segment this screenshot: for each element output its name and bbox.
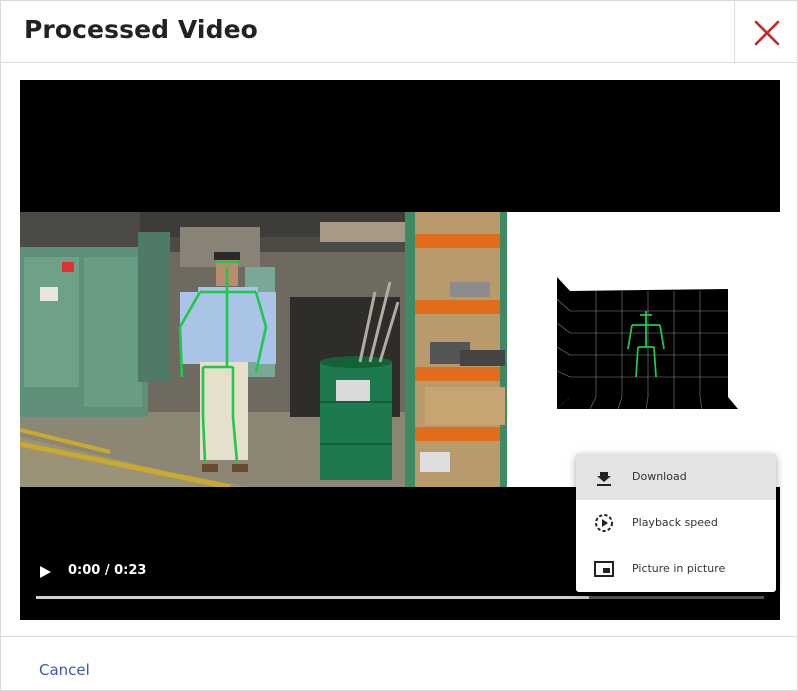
- close-x-icon: [754, 20, 780, 46]
- download-icon: [597, 472, 611, 486]
- menu-item-label: Picture in picture: [632, 562, 726, 575]
- menu-item-label: Playback speed: [632, 516, 718, 529]
- 3d-skeleton-plot: [556, 277, 738, 410]
- play-icon[interactable]: [37, 564, 53, 580]
- menu-item-label: Download: [632, 470, 687, 483]
- close-button[interactable]: [734, 1, 797, 63]
- cancel-button[interactable]: Cancel: [39, 661, 90, 679]
- dialog-title: Processed Video: [24, 15, 258, 44]
- video-frame: [20, 212, 780, 487]
- dialog-footer: Cancel: [1, 636, 797, 690]
- picture-in-picture-icon: [594, 561, 614, 577]
- time-display: 0:00 / 0:23: [68, 563, 147, 578]
- playback-speed-icon: [595, 514, 613, 532]
- dialog-header: Processed Video: [1, 1, 797, 63]
- timeline-scrubber[interactable]: [36, 596, 764, 599]
- processed-video-dialog: Processed Video 0:00 / 0:23 Download Pla…: [0, 0, 798, 691]
- menu-item-picture-in-picture[interactable]: Picture in picture: [576, 546, 776, 592]
- menu-item-playback-speed[interactable]: Playback speed: [576, 500, 776, 546]
- menu-item-download[interactable]: Download: [576, 454, 776, 500]
- timeline-progress-fill: [36, 596, 590, 599]
- factory-scene-image: [20, 212, 507, 487]
- player-overflow-menu: Download Playback speed Picture in pictu…: [576, 454, 776, 592]
